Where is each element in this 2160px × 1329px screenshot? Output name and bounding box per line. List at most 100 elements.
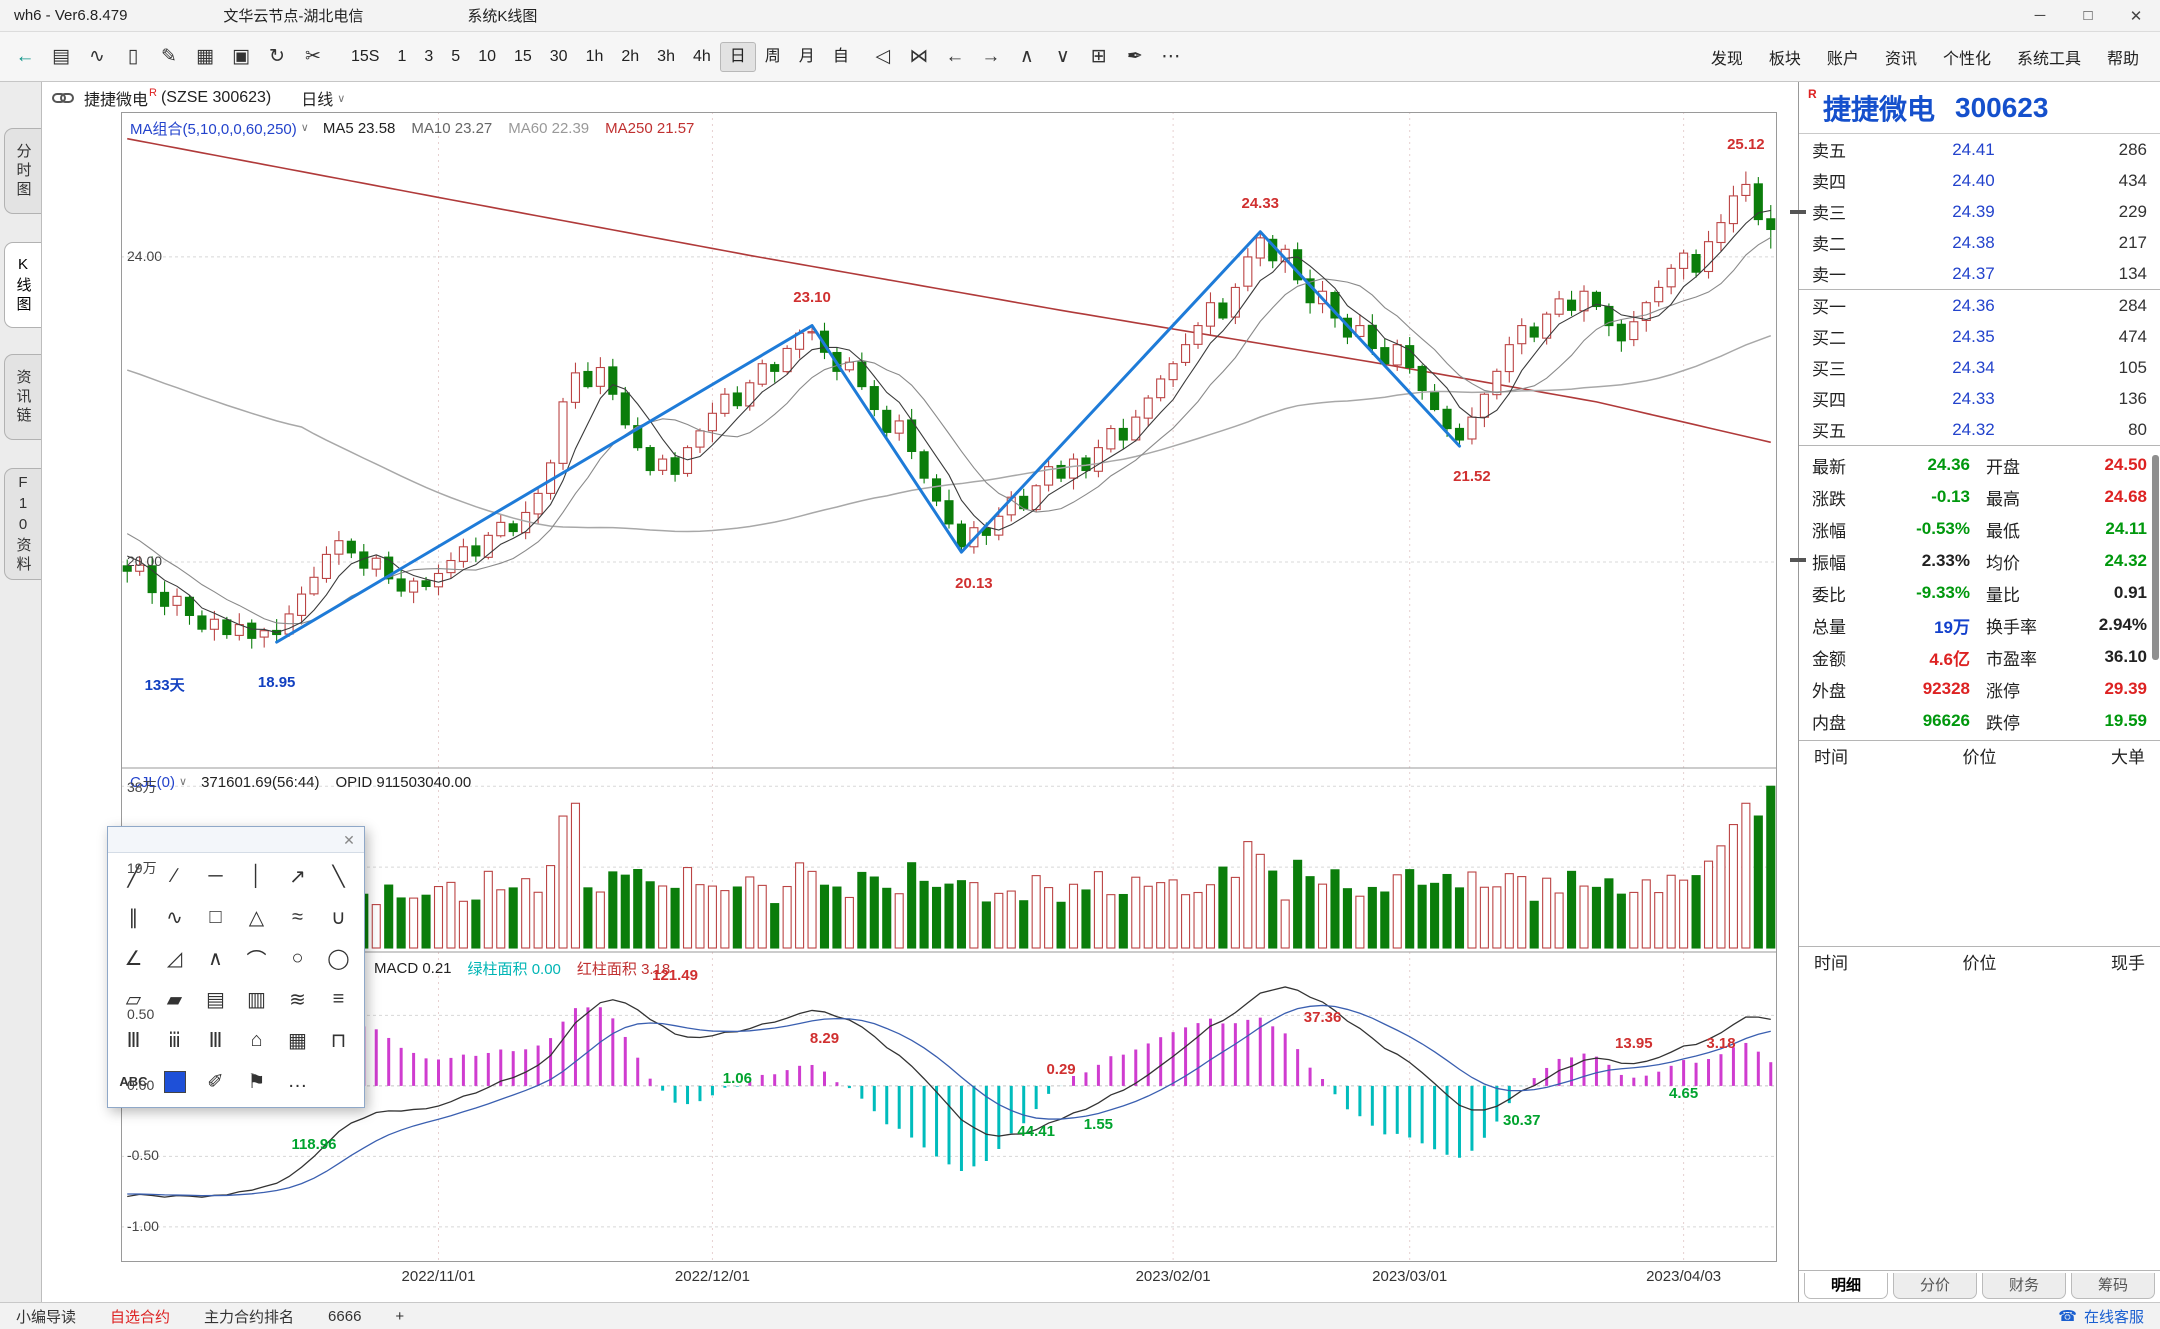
scrollbar-thumb[interactable] — [2152, 455, 2159, 660]
kline-chart-canvas[interactable] — [121, 112, 1777, 1262]
status-main-ranking[interactable]: 主力合约排名 — [204, 1306, 294, 1327]
ask-row[interactable]: 卖二24.38217 — [1799, 227, 2160, 258]
status-watchlist[interactable]: 自选合约 — [110, 1306, 170, 1327]
vlines-a-tool[interactable]: Ⅲ — [113, 1020, 154, 1061]
period-button-1[interactable]: 1 — [388, 42, 415, 72]
text-tool[interactable]: ABC — [113, 1061, 154, 1102]
tab-f10-info[interactable]: F10资料 — [4, 468, 41, 580]
grid-layout-icon[interactable]: ▦ — [188, 40, 222, 74]
maximize-button[interactable]: □ — [2064, 0, 2112, 31]
circle-tool[interactable]: ○ — [277, 938, 318, 979]
zigzag-tool[interactable]: ∿ — [154, 897, 195, 938]
ma-combo-label[interactable]: MA组合(5,10,0,0,60,250) — [130, 118, 297, 139]
quote-board-icon[interactable]: ▤ — [44, 40, 78, 74]
ask-row[interactable]: 卖一24.37134 — [1799, 258, 2160, 289]
ask-row[interactable]: 卖三24.39229 — [1799, 196, 2160, 227]
menu-news[interactable]: 资讯 — [1872, 45, 1930, 69]
cjl-label[interactable]: CJL(0) — [130, 774, 175, 791]
arc-up-tool[interactable]: ∪ — [318, 897, 359, 938]
collapse-up-icon[interactable]: ∧ — [1010, 40, 1044, 74]
tab-kline-chart[interactable]: K线图 — [4, 242, 41, 328]
cut-icon[interactable]: ✂ — [296, 40, 330, 74]
close-button[interactable]: ✕ — [2112, 0, 2160, 31]
back-icon[interactable]: ← — [8, 40, 42, 74]
triangle-tool[interactable]: △ — [236, 897, 277, 938]
chevron-down-icon[interactable]: ∨ — [179, 775, 187, 788]
vlines-c-tool[interactable]: Ⅲ — [195, 1020, 236, 1061]
period-button-15S[interactable]: 15S — [342, 42, 388, 72]
period-button-周[interactable]: 周 — [756, 42, 790, 72]
status-add-button[interactable]: + — [395, 1308, 404, 1325]
tab-news-link[interactable]: 资讯链 — [4, 354, 41, 440]
period-button-5[interactable]: 5 — [442, 42, 469, 72]
splitter-grip[interactable] — [1790, 210, 1806, 214]
tab-chips[interactable]: 筹码 — [2071, 1273, 2155, 1299]
angle-tool[interactable]: ∠ — [113, 938, 154, 979]
more-icon[interactable]: ⋯ — [1154, 40, 1188, 74]
drawing-tools-window[interactable]: ✕ ╱∕─│↗╲∥∿□△≈∪∠◿∧⌒○◯▱▰▤▥≋≡ⅢⅲⅢ⌂▦⊓ABC✐⚑… — [107, 826, 365, 1108]
gann-lines-tool[interactable]: ≡ — [318, 979, 359, 1020]
trend-line-tool[interactable]: ╱ — [113, 856, 154, 897]
ray-line-tool[interactable]: ╲ — [318, 856, 359, 897]
arc-tool[interactable]: ⌒ — [236, 938, 277, 979]
period-button-月[interactable]: 月 — [790, 42, 824, 72]
period-button-自[interactable]: 自 — [824, 42, 858, 72]
status-editor-guide[interactable]: 小编导读 — [16, 1306, 76, 1327]
rectangle-tool[interactable]: □ — [195, 897, 236, 938]
bid-row[interactable]: 买五24.3280 — [1799, 414, 2160, 445]
expand-down-icon[interactable]: ∨ — [1046, 40, 1080, 74]
tick-list[interactable] — [1799, 976, 2160, 1270]
period-button-3h[interactable]: 3h — [648, 42, 684, 72]
refresh-icon[interactable]: ↻ — [260, 40, 294, 74]
candle-chart-icon[interactable]: ▯ — [116, 40, 150, 74]
pen-icon[interactable]: ✒ — [1118, 40, 1152, 74]
ask-row[interactable]: 卖四24.40434 — [1799, 165, 2160, 196]
online-service-button[interactable]: ☎ 在线客服 — [2058, 1306, 2144, 1327]
drawing-tools-titlebar[interactable]: ✕ — [108, 827, 364, 853]
band-a-tool[interactable]: ▤ — [195, 979, 236, 1020]
period-button-1h[interactable]: 1h — [577, 42, 613, 72]
line-chart-icon[interactable]: ∿ — [80, 40, 114, 74]
menu-personalize[interactable]: 个性化 — [1930, 45, 2004, 69]
menu-help[interactable]: 帮助 — [2094, 45, 2152, 69]
bid-row[interactable]: 买四24.33136 — [1799, 383, 2160, 414]
eraser-tool[interactable]: ✐ — [195, 1061, 236, 1102]
wave-tool[interactable]: ≈ — [277, 897, 318, 938]
minimize-button[interactable]: ─ — [2016, 0, 2064, 31]
period-button-15[interactable]: 15 — [505, 42, 541, 72]
arrow-right-icon[interactable]: → — [974, 40, 1008, 74]
arrow-line-tool[interactable]: ↗ — [277, 856, 318, 897]
comb-tool[interactable]: ▦ — [277, 1020, 318, 1061]
close-icon[interactable]: ✕ — [338, 829, 360, 851]
dashed-line-tool[interactable]: ∕ — [154, 856, 195, 897]
bid-row[interactable]: 买三24.34105 — [1799, 352, 2160, 383]
save-icon[interactable]: ▣ — [224, 40, 258, 74]
period-button-2h[interactable]: 2h — [612, 42, 648, 72]
period-button-10[interactable]: 10 — [469, 42, 505, 72]
menu-discover[interactable]: 发现 — [1698, 45, 1756, 69]
bid-row[interactable]: 买一24.36284 — [1799, 290, 2160, 321]
menu-system-tools[interactable]: 系统工具 — [2004, 45, 2094, 69]
flag-tool[interactable]: ⚑ — [236, 1061, 277, 1102]
arrow-left-icon[interactable]: ← — [938, 40, 972, 74]
vertical-line-tool[interactable]: │ — [236, 856, 277, 897]
wedge-tool[interactable]: ◿ — [154, 938, 195, 979]
chevron-down-icon[interactable]: ∨ — [301, 121, 309, 134]
period-button-30[interactable]: 30 — [541, 42, 577, 72]
menu-account[interactable]: 账户 — [1814, 45, 1872, 69]
big-order-list[interactable] — [1799, 770, 2160, 946]
multi-grid-icon[interactable]: ⊞ — [1082, 40, 1116, 74]
color-swatch[interactable] — [154, 1061, 195, 1102]
compare-icon[interactable]: ⋈ — [902, 40, 936, 74]
bid-row[interactable]: 买二24.35474 — [1799, 321, 2160, 352]
tab-details[interactable]: 明细 — [1804, 1273, 1888, 1299]
ellipse-tool[interactable]: ◯ — [318, 938, 359, 979]
parallel-lines-tool[interactable]: ∥ — [113, 897, 154, 938]
peak-tool[interactable]: ∧ — [195, 938, 236, 979]
menu-sectors[interactable]: 板块 — [1756, 45, 1814, 69]
ask-row[interactable]: 卖五24.41286 — [1799, 134, 2160, 165]
band-b-tool[interactable]: ▥ — [236, 979, 277, 1020]
period-button-4h[interactable]: 4h — [684, 42, 720, 72]
period-button-3[interactable]: 3 — [415, 42, 442, 72]
chevron-down-icon[interactable]: ∨ — [337, 92, 345, 105]
